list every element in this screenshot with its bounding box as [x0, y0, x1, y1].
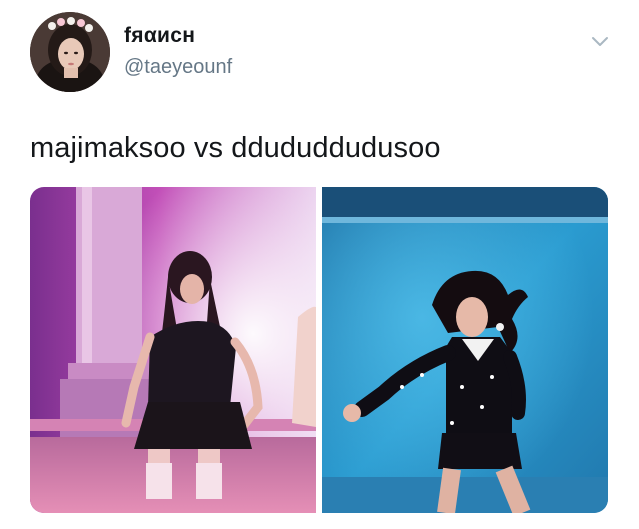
- photo-left[interactable]: [30, 187, 316, 513]
- chevron-down-icon[interactable]: [590, 31, 610, 51]
- tweet-text: majimaksoo vs ddududdudusoo: [30, 132, 441, 164]
- user-handle[interactable]: @taeyeounf: [124, 56, 232, 79]
- tweet-card[interactable]: fяαиcн @taeyeounf majimaksoo vs ddududdu…: [0, 0, 639, 529]
- avatar[interactable]: [30, 12, 110, 92]
- display-name[interactable]: fяαиcн: [124, 24, 195, 48]
- photo-right[interactable]: [322, 187, 608, 513]
- avatar-image: [30, 12, 110, 92]
- media-grid: [30, 187, 608, 513]
